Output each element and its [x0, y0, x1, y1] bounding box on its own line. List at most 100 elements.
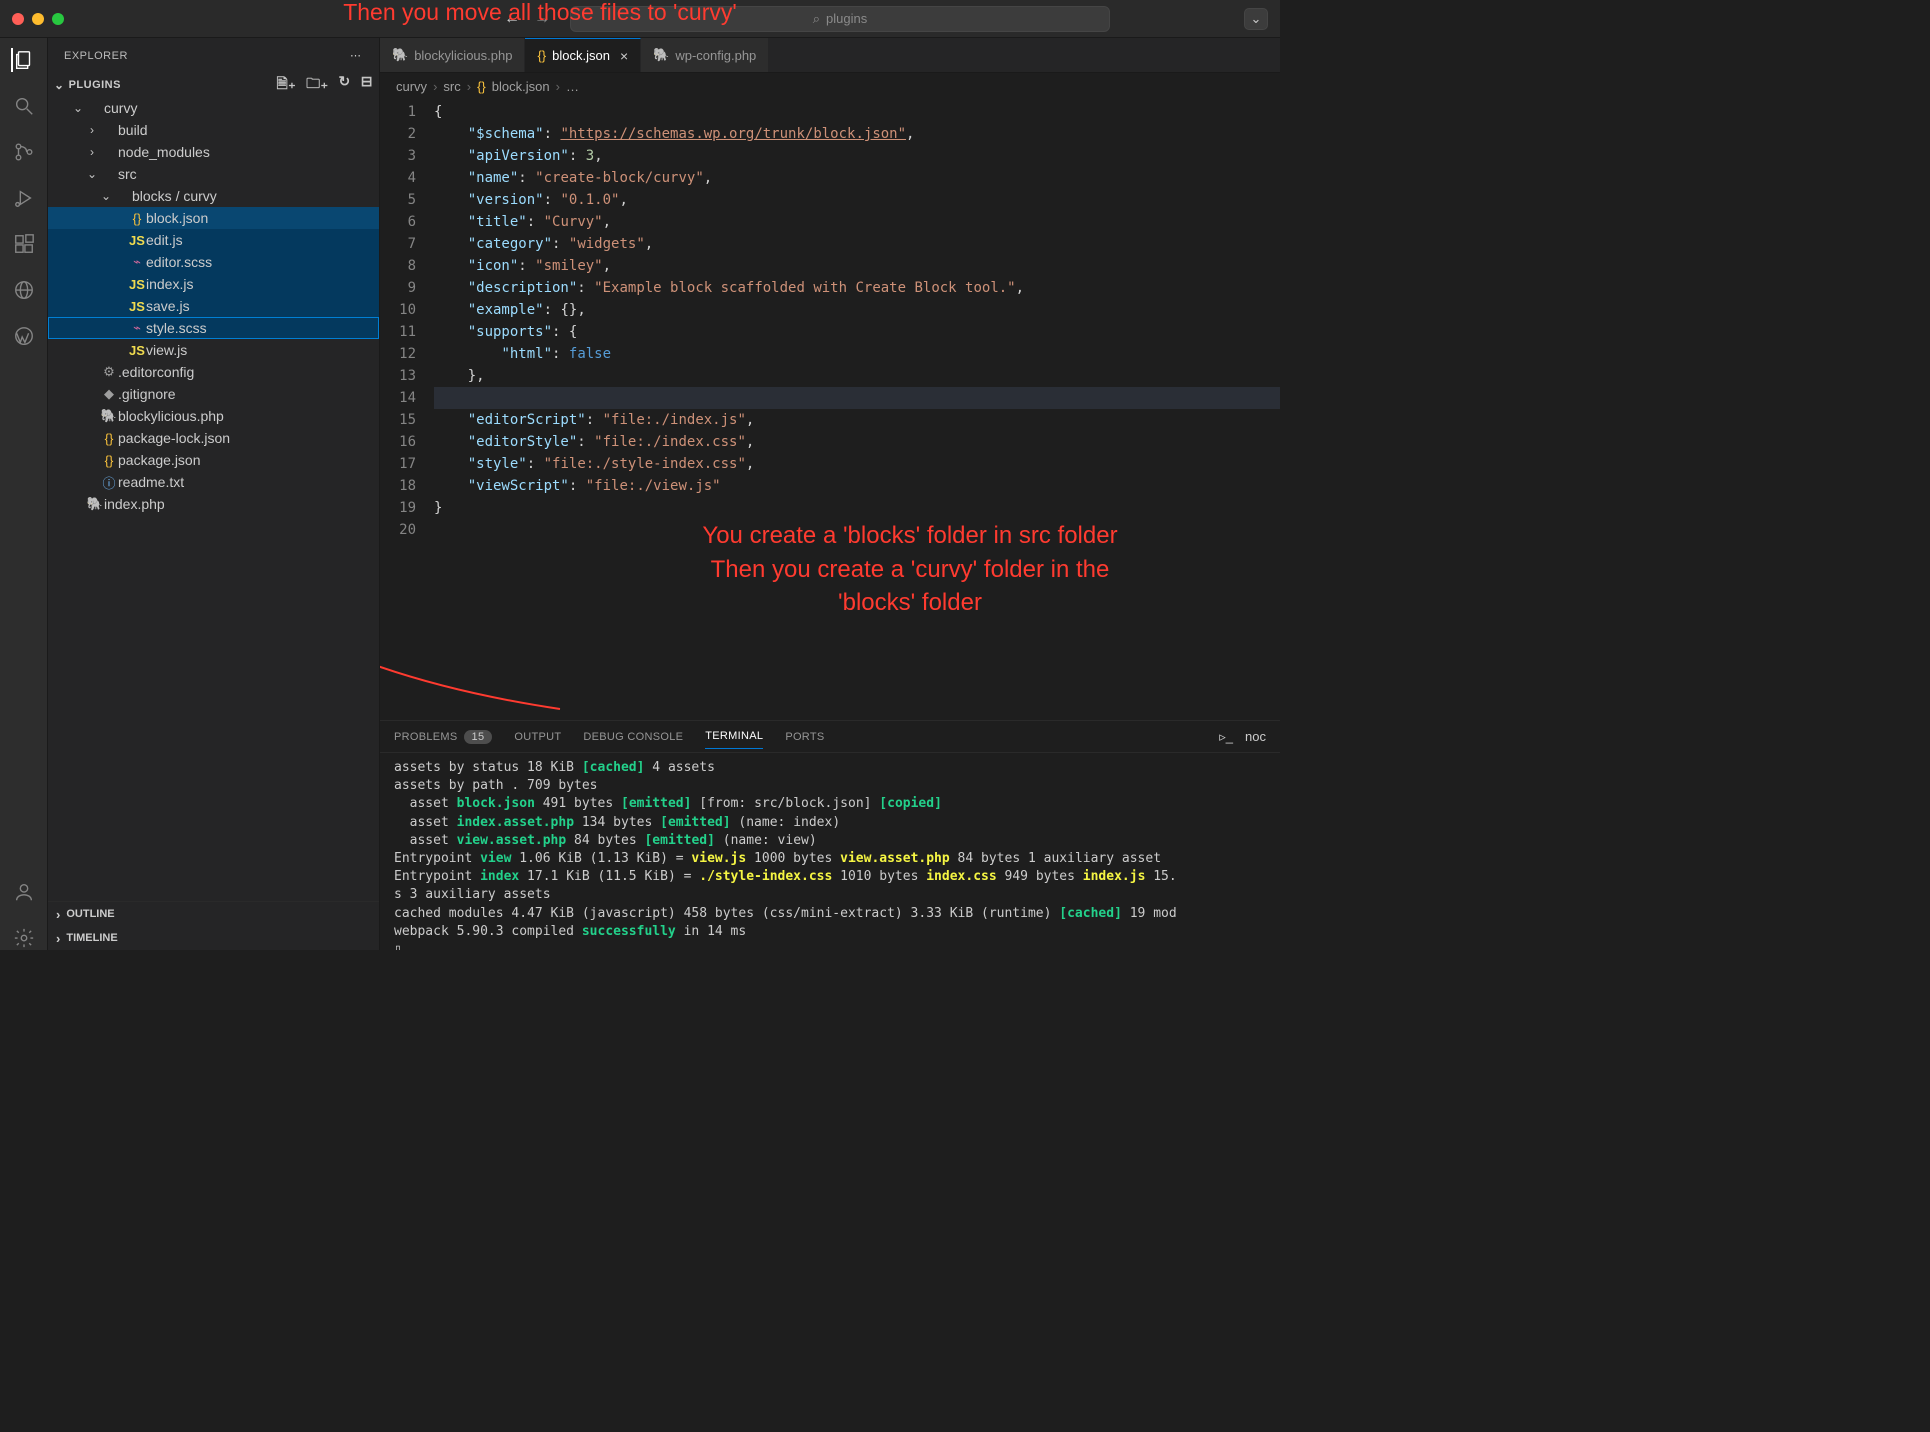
code-line: "$schema": "https://schemas.wp.org/trunk…: [434, 123, 1280, 145]
terminal-line: asset view.asset.php 84 bytes [emitted] …: [394, 832, 1266, 850]
accounts-activity-icon[interactable]: [12, 880, 36, 904]
folder-item[interactable]: ⌄curvy: [48, 97, 379, 119]
terminal-line: Entrypoint view 1.06 KiB (1.13 KiB) = vi…: [394, 850, 1266, 868]
maximize-window-button[interactable]: [52, 13, 64, 25]
file-icon: {}: [128, 211, 146, 226]
file-item[interactable]: ⓘreadme.txt: [48, 471, 379, 493]
nav-forward-icon[interactable]: →: [534, 10, 550, 28]
code-line: {: [434, 101, 1280, 123]
file-item[interactable]: JSview.js: [48, 339, 379, 361]
file-item[interactable]: {}block.json: [48, 207, 379, 229]
editor-group: 🐘 blockylicious.php {} block.json × 🐘 wp-confi…: [380, 38, 1280, 950]
search-text: plugins: [826, 11, 867, 26]
filetype-icon: 🐘: [653, 47, 669, 63]
tab-ports[interactable]: PORTS: [785, 731, 824, 743]
new-folder-icon[interactable]: 🗀₊: [306, 73, 328, 97]
file-icon: JS: [128, 233, 146, 248]
extensions-activity-icon[interactable]: [12, 232, 36, 256]
code-line: "icon": "smiley",: [434, 255, 1280, 277]
terminal-output[interactable]: assets by status 18 KiB [cached] 4 asset…: [380, 753, 1280, 950]
debug-activity-icon[interactable]: [12, 186, 36, 210]
terminal-shell-icon[interactable]: ▹_: [1219, 729, 1233, 745]
file-icon: JS: [128, 343, 146, 358]
code-editor[interactable]: 1234567891011121314151617181920 { "$sche…: [380, 99, 1280, 720]
layout-dropdown-button[interactable]: ⌄: [1244, 8, 1268, 30]
editor-tab[interactable]: {}block.json×: [525, 38, 641, 72]
panel-tabs: PROBLEMS15 OUTPUT DEBUG CONSOLE TERMINAL…: [380, 721, 1280, 753]
file-label: readme.txt: [118, 474, 184, 490]
minimize-window-button[interactable]: [32, 13, 44, 25]
explorer-activity-icon[interactable]: [11, 48, 35, 72]
tab-problems[interactable]: PROBLEMS15: [394, 731, 492, 743]
folder-item[interactable]: ⌄ blocks / curvy: [48, 185, 379, 207]
file-label: save.js: [146, 298, 190, 314]
terminal-line: assets by status 18 KiB [cached] 4 asset…: [394, 759, 1266, 777]
tab-label: block.json: [552, 48, 610, 63]
breadcrumb[interactable]: curvy› src› {} block.json› …: [380, 73, 1280, 99]
json-icon: {}: [477, 79, 486, 94]
collapse-icon[interactable]: ⊟: [361, 73, 373, 97]
code-area[interactable]: { "$schema": "https://schemas.wp.org/tru…: [434, 99, 1280, 720]
code-line: "title": "Curvy",: [434, 211, 1280, 233]
file-item[interactable]: 🐘blockylicious.php: [48, 405, 379, 427]
folder-item[interactable]: ⌄src: [48, 163, 379, 185]
file-icon: ⓘ: [100, 473, 118, 492]
tab-label: wp-config.php: [675, 48, 756, 63]
code-line: },: [434, 365, 1280, 387]
file-item[interactable]: JSsave.js: [48, 295, 379, 317]
nav-back-icon[interactable]: ←: [504, 10, 520, 28]
file-icon: {}: [100, 431, 118, 446]
source-control-activity-icon[interactable]: [12, 140, 36, 164]
filetype-icon: 🐘: [392, 47, 408, 63]
tab-output[interactable]: OUTPUT: [514, 731, 561, 743]
editor-tab[interactable]: 🐘 wp-config.php: [641, 38, 769, 72]
file-item[interactable]: JSedit.js: [48, 229, 379, 251]
folder-item[interactable]: ›build: [48, 119, 379, 141]
problems-badge: 15: [464, 730, 493, 744]
explorer-actions: 🗎₊ 🗀₊ ↻ ⊟: [276, 73, 373, 97]
remote-activity-icon[interactable]: [12, 278, 36, 302]
code-line: "description": "Example block scaffolded…: [434, 277, 1280, 299]
file-item[interactable]: ◆.gitignore: [48, 383, 379, 405]
close-tab-icon[interactable]: ×: [620, 48, 628, 64]
code-line: "name": "create-block/curvy",: [434, 167, 1280, 189]
new-file-icon[interactable]: 🗎₊: [276, 73, 296, 97]
outline-section[interactable]: ›OUTLINE: [48, 902, 379, 926]
sidebar-more-icon[interactable]: ⋯: [350, 49, 363, 62]
tab-terminal[interactable]: TERMINAL: [705, 730, 763, 749]
file-label: .gitignore: [118, 386, 176, 402]
file-item[interactable]: ⌁style.scss: [48, 317, 379, 339]
editor-tabs: 🐘blockylicious.php{}block.json×🐘wp-confi…: [380, 38, 1280, 73]
file-item[interactable]: 🐘index.php: [48, 493, 379, 515]
refresh-icon[interactable]: ↻: [339, 73, 351, 97]
explorer-section-header[interactable]: ⌄ PLUGINS 🗎₊ 🗀₊ ↻ ⊟: [48, 73, 379, 97]
close-window-button[interactable]: [12, 13, 24, 25]
settings-activity-icon[interactable]: [12, 926, 36, 950]
search-activity-icon[interactable]: [12, 94, 36, 118]
wp-activity-icon[interactable]: [12, 324, 36, 348]
folder-item[interactable]: ›node_modules: [48, 141, 379, 163]
tab-debug-console[interactable]: DEBUG CONSOLE: [583, 731, 683, 743]
activity-bar: [0, 38, 48, 950]
file-item[interactable]: {}package.json: [48, 449, 379, 471]
file-item[interactable]: ⚙.editorconfig: [48, 361, 379, 383]
editor-tab[interactable]: 🐘 blockylicious.php: [380, 38, 525, 72]
file-item[interactable]: ⌁editor.scss: [48, 251, 379, 273]
timeline-section[interactable]: ›TIMELINE: [48, 926, 379, 950]
code-line: "example": {},: [434, 299, 1280, 321]
chevron-right-icon: ›: [56, 931, 60, 946]
tab-label: blockylicious.php: [414, 48, 512, 63]
file-label: build: [118, 122, 148, 138]
command-center-search[interactable]: ⌕ plugins: [570, 6, 1110, 32]
file-icon: ⌁: [128, 320, 146, 336]
twist-icon: ⌄: [98, 189, 114, 203]
line-gutter: 1234567891011121314151617181920: [380, 99, 434, 720]
file-label: blocks / curvy: [132, 188, 217, 204]
file-icon: {}: [100, 453, 118, 468]
file-item[interactable]: JSindex.js: [48, 273, 379, 295]
sidebar-title: EXPLORER: [64, 50, 128, 62]
file-label: index.php: [104, 496, 165, 512]
file-item[interactable]: {}package-lock.json: [48, 427, 379, 449]
workbench: EXPLORER ⋯ ⌄ PLUGINS 🗎₊ 🗀₊ ↻ ⊟ ⌄curvy›bu…: [0, 38, 1280, 950]
file-label: src: [118, 166, 137, 182]
